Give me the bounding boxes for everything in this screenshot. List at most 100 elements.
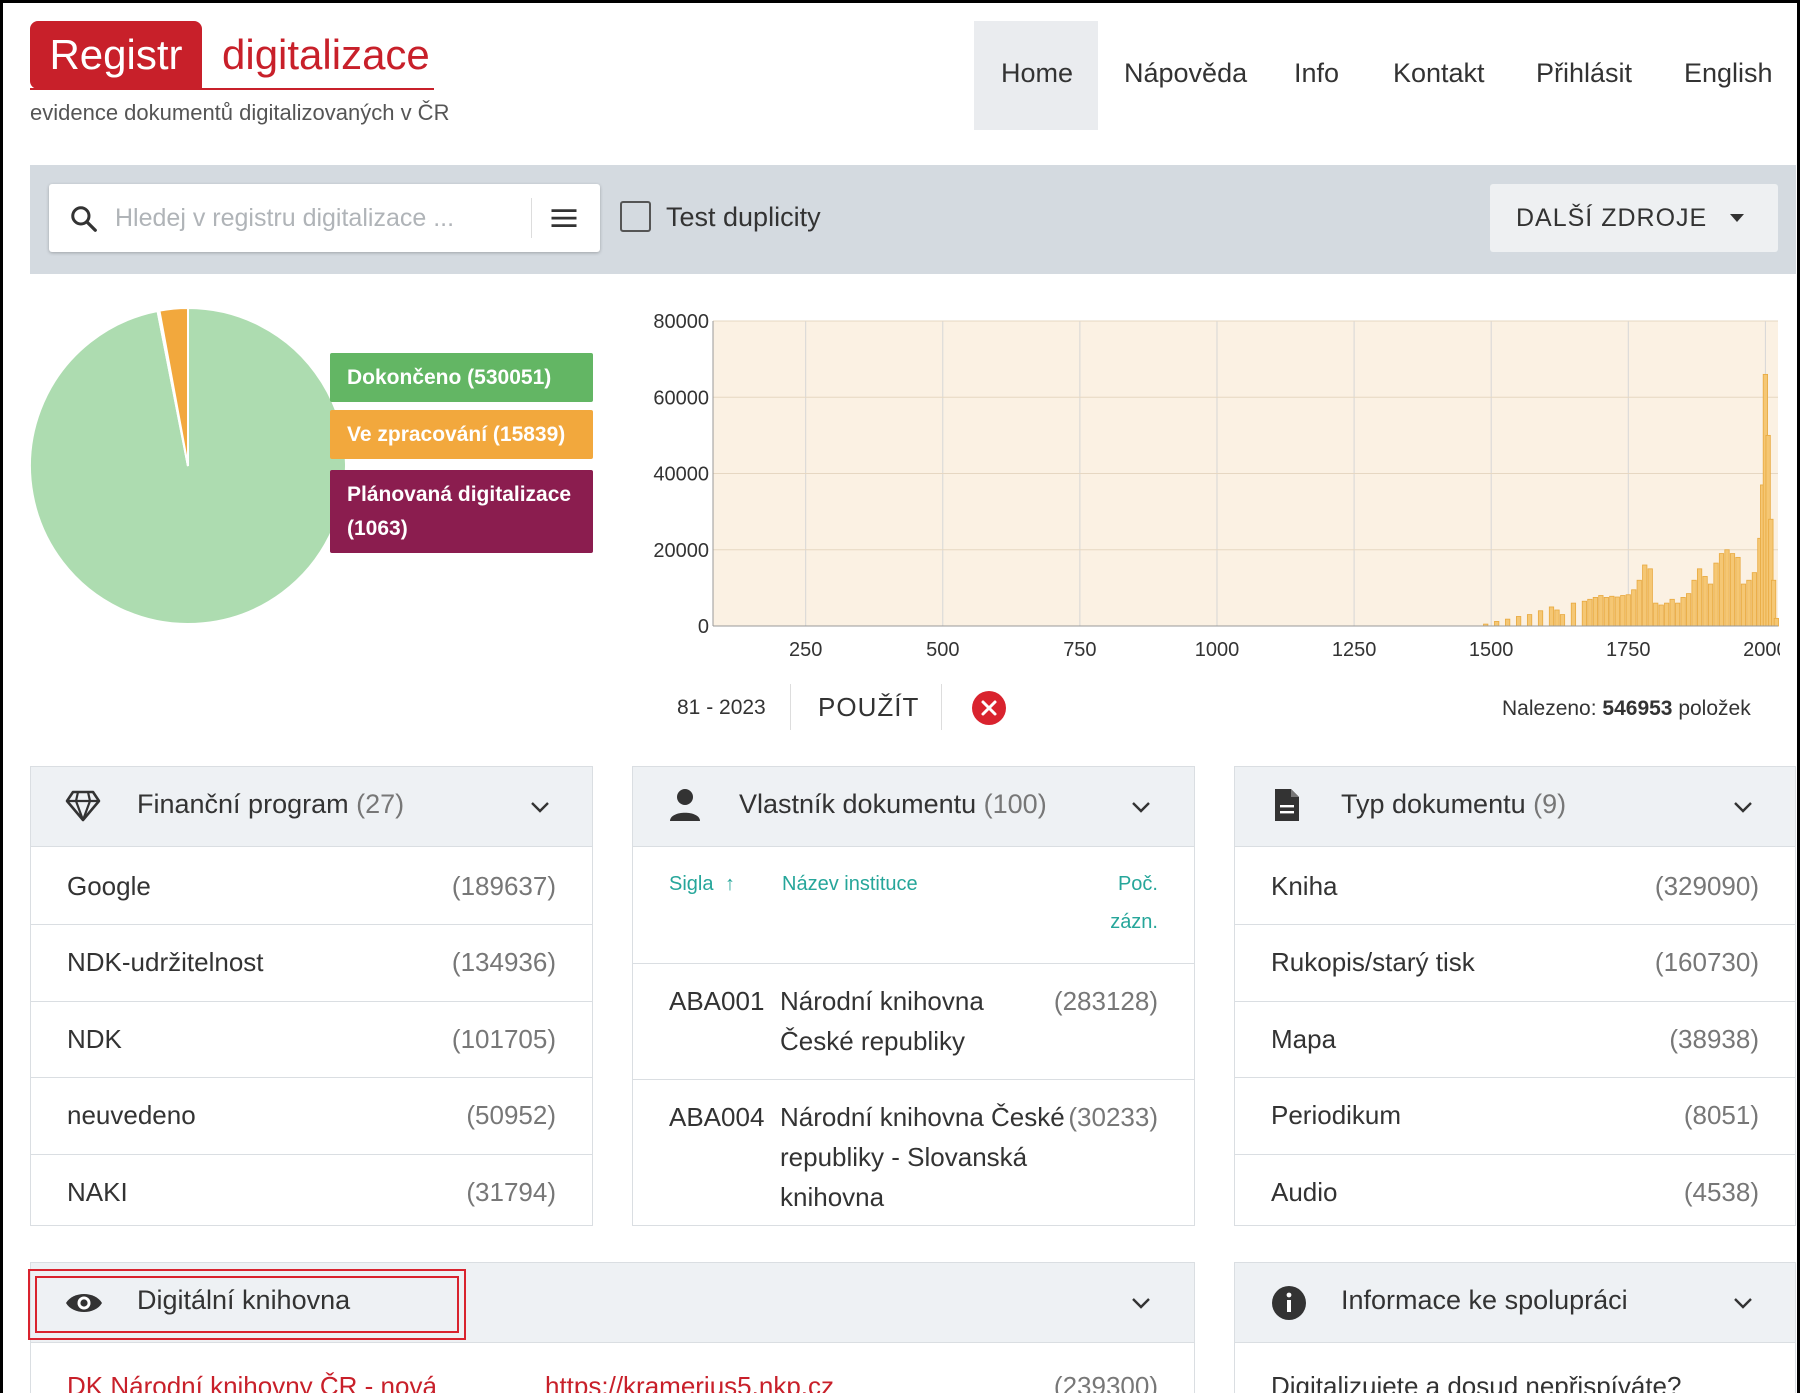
histogram-bar[interactable] (1505, 618, 1511, 627)
histogram-bar[interactable] (1494, 621, 1500, 627)
histogram-bar[interactable] (1642, 564, 1648, 627)
histogram-bar[interactable] (1658, 604, 1664, 627)
nav-kontakt[interactable]: Kontakt (1393, 58, 1485, 89)
list-item[interactable]: NAKI (31794) (31, 1154, 592, 1226)
list-item[interactable]: NDK-udržitelnost (134936) (31, 924, 592, 1001)
histogram-bar[interactable] (1526, 614, 1533, 627)
panel-header[interactable]: Typ dokumentu (9) (1235, 767, 1795, 847)
range-value: 81 - 2023 (677, 696, 766, 719)
search-box[interactable]: Hledej v registru digitalizace ... (49, 184, 600, 252)
list-item[interactable]: Google (189637) (31, 847, 592, 924)
histogram-bar[interactable] (1680, 597, 1686, 627)
histogram-bar[interactable] (1554, 609, 1560, 627)
histogram-bar[interactable] (1647, 568, 1653, 627)
list-item[interactable]: Kniha (329090) (1235, 847, 1795, 924)
histogram-bar[interactable] (1516, 616, 1522, 627)
nav-home[interactable]: Home (1001, 58, 1073, 89)
histogram-bar[interactable] (1592, 597, 1598, 627)
histogram-bar[interactable] (1669, 598, 1675, 627)
dalsi-zdroje-button[interactable]: DALŠÍ ZDROJE (1490, 184, 1778, 252)
list-item[interactable]: Audio (4538) (1235, 1154, 1795, 1226)
list-item[interactable]: NDK (101705) (31, 1001, 592, 1077)
row-count: (30233) (1068, 1102, 1158, 1132)
year-histogram[interactable]: 2505007501000125015001750200002000040000… (640, 306, 1780, 666)
histogram-bar[interactable] (1570, 602, 1577, 627)
histogram-bar[interactable] (1603, 597, 1609, 627)
legend-ve-zpracovani[interactable]: Ve zpracování (15839) (330, 410, 593, 459)
table-row[interactable]: ABA004 Národní knihovna České republiky … (633, 1079, 1194, 1226)
histogram-bar[interactable] (1559, 614, 1566, 627)
histogram-bar[interactable] (1664, 602, 1670, 627)
chevron-down-icon[interactable] (1731, 795, 1755, 819)
row-sigla: ABA001 (669, 986, 765, 1016)
chevron-down-icon[interactable] (1731, 1291, 1755, 1315)
histogram-bar[interactable] (1620, 595, 1626, 627)
histogram-bar[interactable] (1609, 595, 1615, 627)
histogram-bar[interactable] (1751, 572, 1758, 627)
chevron-down-icon[interactable] (1129, 795, 1153, 819)
search-divider (531, 198, 532, 238)
histogram-bar[interactable] (1718, 553, 1725, 627)
legend-planovana[interactable]: Plánovaná digitalizace (1063) (330, 470, 593, 553)
table-row[interactable]: ABA001 Národní knihovna České republiky … (633, 963, 1194, 1079)
apply-button[interactable]: POUŽÍT (818, 692, 919, 723)
search-icon (71, 206, 97, 232)
histogram-bar[interactable] (1729, 553, 1736, 627)
logo-digitalizace[interactable]: digitalizace (222, 28, 430, 82)
nav-info[interactable]: Info (1294, 58, 1339, 89)
histogram-bar[interactable] (1548, 606, 1555, 627)
histogram-bar[interactable] (1636, 579, 1642, 627)
y-tick-label: 20000 (653, 540, 709, 562)
histogram-bar[interactable] (1598, 595, 1604, 627)
histogram-bar[interactable] (1614, 596, 1620, 627)
col-nazev-header[interactable]: Název instituce (782, 873, 918, 896)
menu-icon[interactable] (547, 203, 581, 233)
list-item[interactable]: neuvedeno (50952) (31, 1077, 592, 1154)
histogram-bar[interactable] (1773, 617, 1779, 627)
chevron-down-icon[interactable] (1129, 1291, 1153, 1315)
panel-header[interactable]: Vlastník dokumentu (100) (633, 767, 1194, 847)
library-name-link[interactable]: DK Národní knihovny ČR - nová (67, 1371, 437, 1393)
row-count: (50952) (466, 1100, 556, 1130)
histogram-bar[interactable] (1702, 576, 1708, 627)
list-item[interactable]: Mapa (38938) (1235, 1001, 1795, 1077)
histogram-bar[interactable] (1686, 593, 1692, 627)
list-item[interactable]: Periodikum (8051) (1235, 1077, 1795, 1154)
histogram-bar[interactable] (1587, 598, 1593, 627)
histogram-bar[interactable] (1537, 610, 1544, 627)
histogram-bar[interactable] (1581, 600, 1588, 627)
histogram-bar[interactable] (1746, 579, 1752, 627)
col-poc-header[interactable]: Poč. (1118, 873, 1158, 896)
row-count: (283128) (1053, 986, 1158, 1016)
nav-english[interactable]: English (1684, 58, 1773, 89)
legend-dokonceno[interactable]: Dokončeno (530051) (330, 353, 593, 402)
logo-registr[interactable]: Registr (30, 21, 202, 89)
histogram-bar[interactable] (1625, 594, 1631, 627)
panel-header[interactable]: Informace ke spolupráci (1235, 1263, 1795, 1343)
nav-napoveda[interactable]: Nápověda (1124, 58, 1247, 89)
histogram-bar[interactable] (1653, 602, 1659, 627)
search-input[interactable]: Hledej v registru digitalizace ... (115, 204, 454, 233)
nav-prihlasit[interactable]: Přihlásit (1536, 58, 1632, 89)
library-url-link[interactable]: https://kramerius5.nkp.cz (545, 1371, 834, 1393)
histogram-bar[interactable] (1691, 579, 1697, 627)
list-item[interactable]: DK Národní knihovny ČR - nová https://kr… (31, 1343, 1194, 1393)
histogram-bar[interactable] (1675, 602, 1681, 627)
histogram-bar[interactable] (1707, 583, 1714, 627)
histogram-bar[interactable] (1724, 549, 1730, 627)
status-pie-chart[interactable] (28, 306, 348, 626)
clear-range-icon[interactable] (971, 690, 1007, 726)
person-icon (670, 789, 700, 821)
histogram-bar[interactable] (1696, 568, 1703, 627)
histogram-bar[interactable] (1740, 583, 1747, 627)
col-sigla-header[interactable]: Sigla ↑ (669, 873, 735, 896)
row-label: NDK (67, 1024, 122, 1054)
chevron-down-icon[interactable] (528, 795, 552, 819)
histogram-bar[interactable] (1735, 556, 1741, 627)
found-summary: Nalezeno: 546953 položek (1502, 697, 1751, 721)
histogram-bar[interactable] (1713, 562, 1719, 627)
panel-header[interactable]: Finanční program (27) (31, 767, 592, 847)
histogram-bar[interactable] (1631, 589, 1637, 627)
list-item[interactable]: Rukopis/starý tisk (160730) (1235, 924, 1795, 1001)
test-duplicity-checkbox[interactable] (620, 201, 651, 232)
